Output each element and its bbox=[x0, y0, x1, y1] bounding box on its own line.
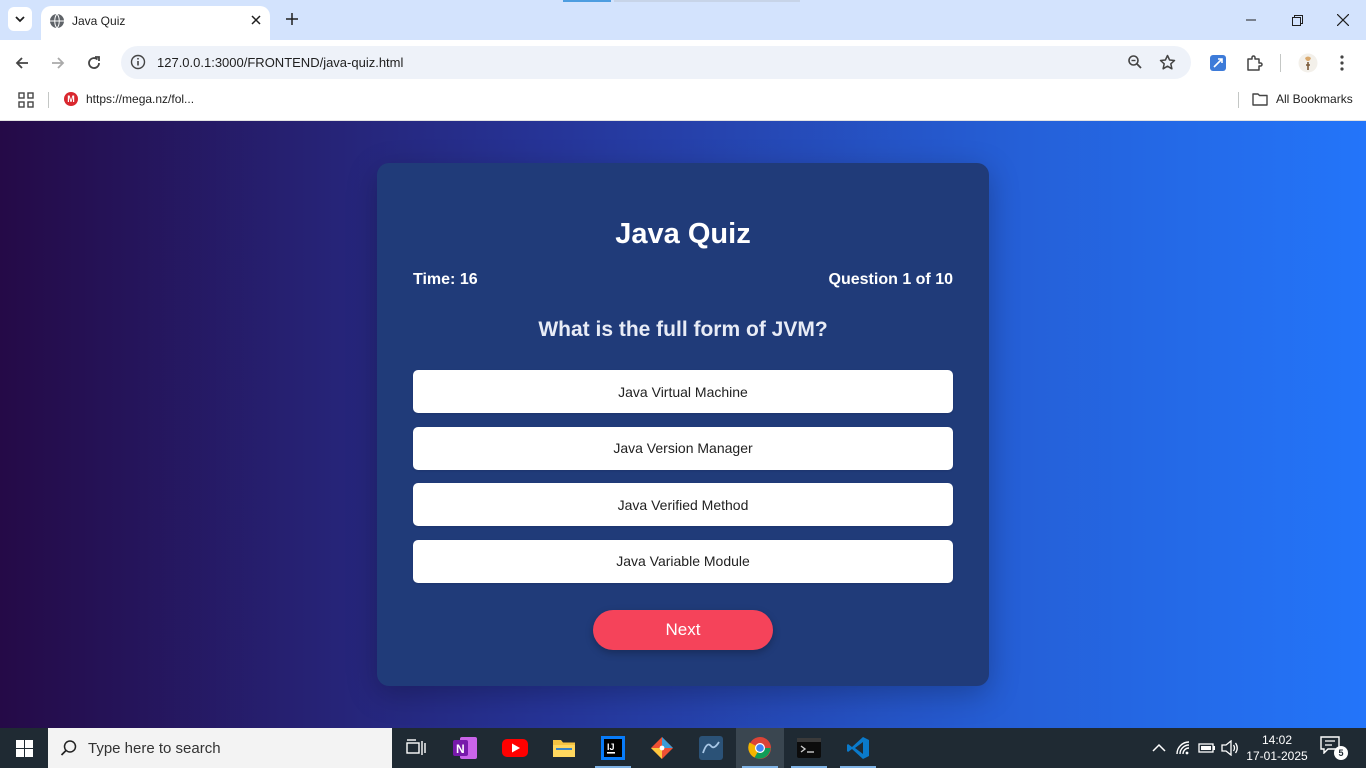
bookmark-label: https://mega.nz/fol... bbox=[86, 92, 195, 106]
quiz-timer: Time: 16 bbox=[413, 271, 478, 288]
bookmarks-bar: M https://mega.nz/fol... All Bookmarks bbox=[0, 86, 1366, 121]
folder-icon bbox=[1252, 93, 1268, 106]
restore-icon bbox=[1291, 14, 1303, 26]
taskbar-search[interactable]: Type here to search bbox=[48, 728, 392, 768]
tab-strip: Java Quiz bbox=[0, 0, 1366, 40]
taskbar: Type here to search N IJ 14:02 17-01-202… bbox=[0, 728, 1366, 768]
extensions-puzzle-icon[interactable] bbox=[1243, 52, 1265, 74]
apps-grid-icon[interactable] bbox=[18, 92, 34, 108]
search-placeholder: Type here to search bbox=[88, 740, 221, 757]
profile-avatar[interactable] bbox=[1297, 52, 1319, 74]
tab-java-quiz[interactable]: Java Quiz bbox=[41, 6, 270, 40]
option-button[interactable]: Java Version Manager bbox=[413, 426, 953, 470]
bookmark-mega[interactable]: M https://mega.nz/fol... bbox=[64, 92, 194, 106]
bookmark-star-icon[interactable] bbox=[1158, 53, 1176, 71]
wifi-icon[interactable] bbox=[1175, 739, 1193, 757]
new-tab-button[interactable] bbox=[282, 9, 302, 29]
battery-icon[interactable] bbox=[1198, 739, 1216, 757]
chevron-down-icon bbox=[15, 16, 25, 23]
clock-date: 17-01-2025 bbox=[1246, 749, 1308, 763]
intellij-app[interactable]: IJ bbox=[589, 728, 637, 768]
options-list: Java Virtual Machine Java Version Manage… bbox=[413, 370, 953, 596]
mega-icon: M bbox=[64, 92, 78, 106]
arrow-right-icon bbox=[52, 57, 65, 69]
close-icon bbox=[1337, 14, 1349, 26]
onenote-icon: N bbox=[453, 737, 477, 759]
minimize-button[interactable] bbox=[1228, 0, 1274, 40]
reload-button[interactable] bbox=[80, 49, 108, 77]
reload-icon bbox=[88, 56, 100, 69]
minimize-icon bbox=[1246, 19, 1256, 21]
svg-text:N: N bbox=[456, 742, 465, 756]
tab-strip-accent bbox=[563, 0, 611, 2]
vscode-app[interactable] bbox=[834, 728, 882, 768]
git-app[interactable] bbox=[638, 728, 686, 768]
youtube-icon bbox=[502, 739, 528, 757]
option-button[interactable]: Java Variable Module bbox=[413, 539, 953, 583]
onenote-app[interactable]: N bbox=[441, 728, 489, 768]
intellij-icon: IJ bbox=[601, 736, 625, 760]
close-icon bbox=[251, 15, 261, 25]
terminal-app[interactable] bbox=[785, 728, 833, 768]
git-icon bbox=[651, 737, 673, 759]
chrome-icon bbox=[748, 737, 771, 759]
mysql-workbench-app[interactable] bbox=[687, 728, 735, 768]
tab-close-button[interactable] bbox=[248, 12, 264, 28]
vscode-icon bbox=[847, 737, 869, 759]
kebab-menu-icon[interactable] bbox=[1331, 52, 1353, 74]
zoom-icon[interactable] bbox=[1126, 53, 1144, 71]
back-button[interactable] bbox=[8, 49, 36, 77]
chevron-up-icon[interactable] bbox=[1150, 739, 1168, 757]
start-button[interactable] bbox=[0, 728, 48, 768]
all-bookmarks-button[interactable]: All Bookmarks bbox=[1252, 92, 1353, 106]
quiz-card: Java Quiz Time: 16 Question 1 of 10 What… bbox=[377, 163, 989, 686]
forward-button[interactable] bbox=[44, 49, 72, 77]
taskbar-clock[interactable]: 14:02 17-01-2025 bbox=[1244, 732, 1310, 764]
task-view-icon bbox=[406, 739, 426, 755]
site-info-icon[interactable] bbox=[129, 53, 147, 71]
address-bar[interactable]: 127.0.0.1:3000/FRONTEND/java-quiz.html bbox=[121, 46, 1191, 79]
mysql-workbench-icon bbox=[699, 736, 723, 760]
question-text: What is the full form of JVM? bbox=[538, 318, 828, 341]
tab-title: Java Quiz bbox=[72, 14, 126, 28]
volume-icon[interactable] bbox=[1221, 739, 1239, 757]
tab-search-button[interactable] bbox=[8, 7, 32, 31]
terminal-icon bbox=[797, 738, 821, 758]
restore-button[interactable] bbox=[1274, 0, 1320, 40]
bookmarks-separator bbox=[48, 92, 49, 108]
notification-center-button[interactable]: 5 bbox=[1320, 736, 1348, 760]
arrow-left-icon bbox=[15, 57, 28, 69]
url-text[interactable]: 127.0.0.1:3000/FRONTEND/java-quiz.html bbox=[157, 55, 403, 70]
quiz-title: Java Quiz bbox=[615, 218, 751, 250]
bookmarks-separator-right bbox=[1238, 92, 1239, 108]
option-button[interactable]: Java Verified Method bbox=[413, 483, 953, 526]
chrome-app[interactable] bbox=[736, 728, 784, 768]
notification-count: 5 bbox=[1334, 746, 1348, 760]
browser-toolbar: 127.0.0.1:3000/FRONTEND/java-quiz.html bbox=[0, 40, 1366, 86]
option-button[interactable]: Java Virtual Machine bbox=[413, 370, 953, 413]
svg-text:IJ: IJ bbox=[607, 742, 615, 752]
next-button[interactable]: Next bbox=[593, 610, 773, 650]
folder-icon bbox=[553, 740, 575, 757]
tab-strip-accent-secondary bbox=[614, 0, 800, 2]
clock-time: 14:02 bbox=[1261, 733, 1293, 747]
globe-icon bbox=[50, 13, 64, 29]
all-bookmarks-label: All Bookmarks bbox=[1276, 92, 1353, 106]
toolbar-separator bbox=[1280, 54, 1281, 72]
close-window-button[interactable] bbox=[1320, 0, 1366, 40]
question-counter: Question 1 of 10 bbox=[828, 271, 953, 288]
plus-icon bbox=[286, 13, 298, 25]
youtube-app[interactable] bbox=[491, 728, 539, 768]
extension-blue-icon[interactable] bbox=[1207, 52, 1229, 74]
windows-icon bbox=[15, 739, 33, 757]
task-view-button[interactable] bbox=[392, 728, 440, 768]
search-icon bbox=[60, 740, 77, 756]
file-explorer-app[interactable] bbox=[540, 728, 588, 768]
page-background: Java Quiz Time: 16 Question 1 of 10 What… bbox=[0, 121, 1366, 728]
